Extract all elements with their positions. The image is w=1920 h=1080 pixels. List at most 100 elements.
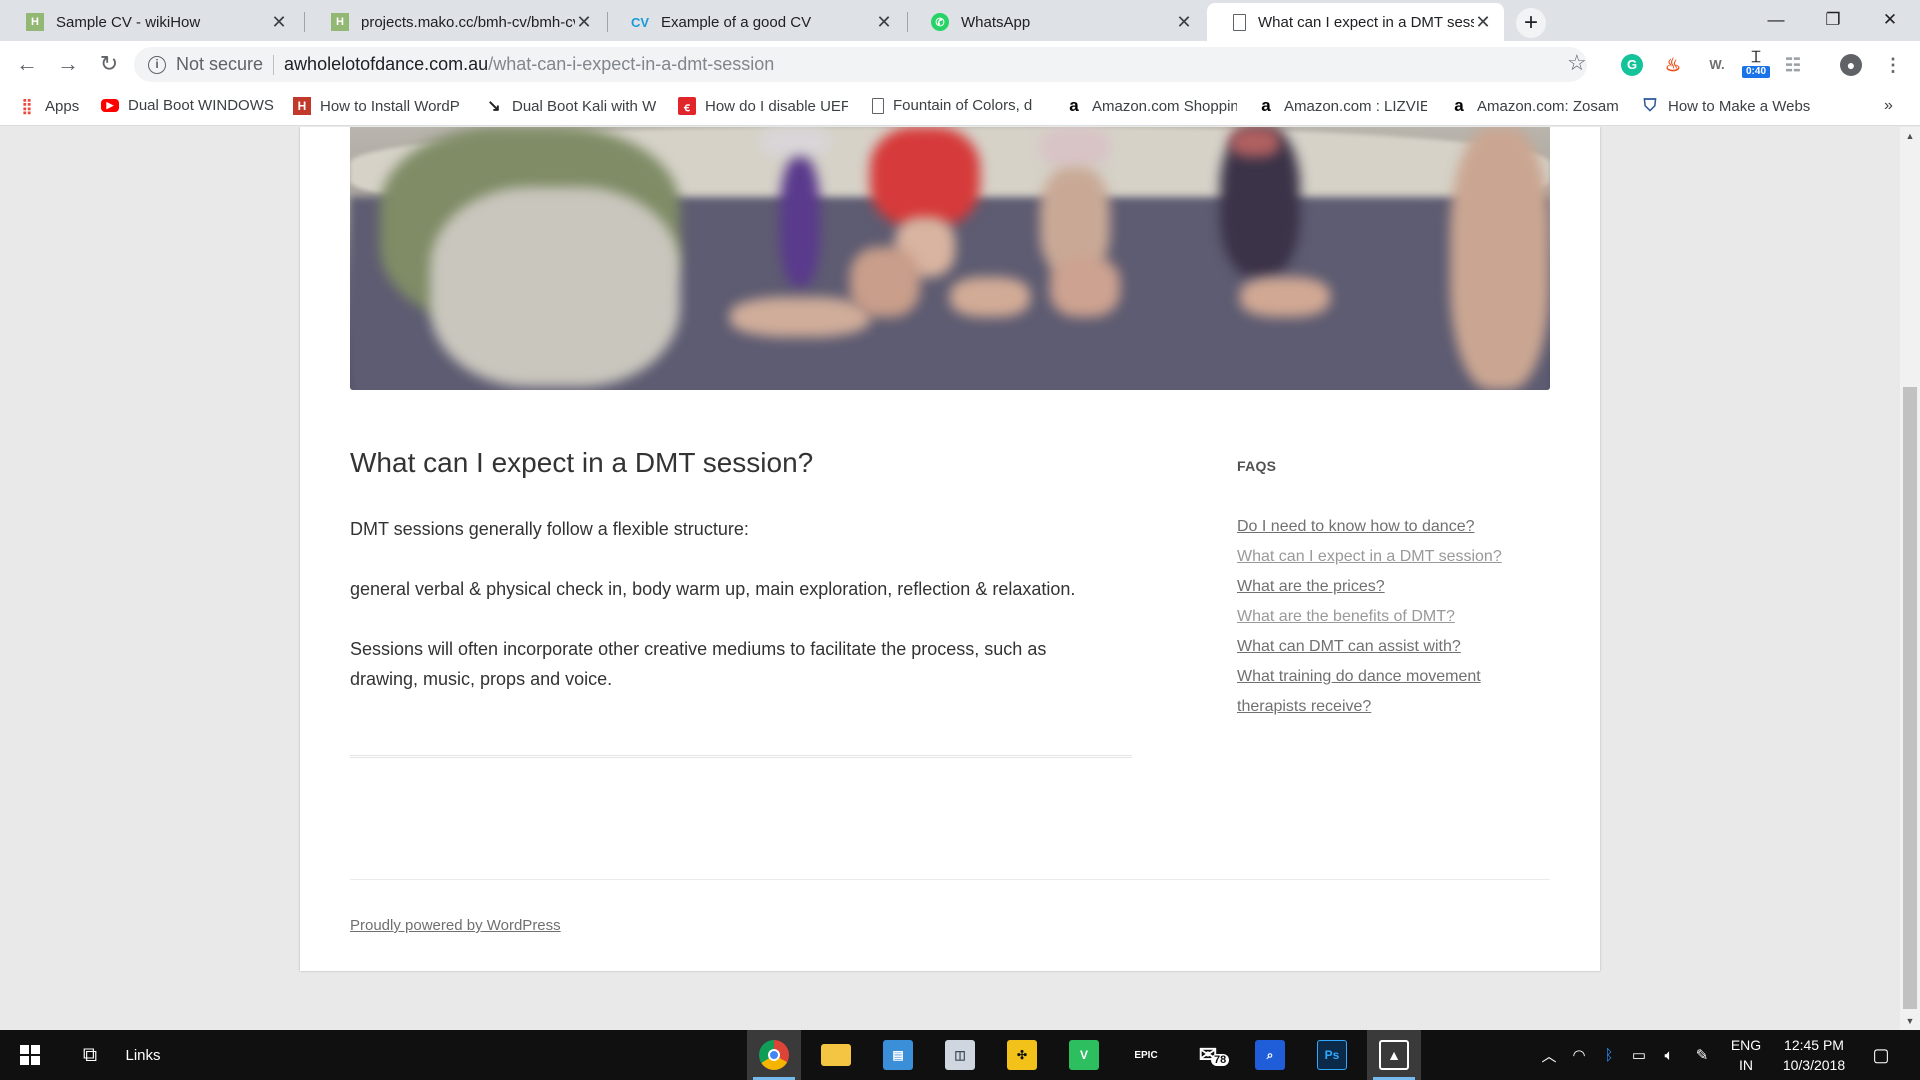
- close-tab-icon[interactable]: ✕: [270, 12, 288, 33]
- puzzle-app-icon[interactable]: ✣: [995, 1030, 1049, 1080]
- search-app-icon[interactable]: ⌕: [1243, 1030, 1297, 1080]
- bookmark-dual-boot-windows[interactable]: ▶ Dual Boot WINDOWS: [101, 97, 276, 114]
- page-icon: [872, 97, 884, 114]
- close-tab-icon[interactable]: ✕: [1474, 12, 1492, 33]
- grammarly-icon[interactable]: G: [1621, 54, 1643, 76]
- powered-by-link[interactable]: Proudly powered by WordPress: [350, 917, 561, 934]
- amazon-icon: a: [1261, 97, 1271, 115]
- epic-games-icon[interactable]: EPIC: [1119, 1030, 1173, 1080]
- bookmarks-overflow-button[interactable]: »: [1884, 97, 1904, 115]
- wordtune-icon[interactable]: W.: [1702, 54, 1732, 76]
- faq-list: Do I need to know how to dance? What can…: [1237, 512, 1527, 722]
- evernote-like-icon[interactable]: V: [1057, 1030, 1111, 1080]
- shield-icon: ⛉: [1643, 97, 1657, 115]
- page-title: What can I expect in a DMT session?: [350, 447, 814, 478]
- region-code: IN: [1739, 1057, 1753, 1073]
- page-scrollbar[interactable]: ▲ ▼: [1900, 127, 1920, 1030]
- tab-projects-mako[interactable]: H projects.mako.cc/bmh-cv/bmh-cv ✕: [305, 3, 605, 41]
- bookmark-amazon-shopping[interactable]: a Amazon.com Shoppin: [1065, 97, 1237, 115]
- address-bar[interactable]: i Not secure awholelotofdance.com.au /wh…: [134, 47, 1587, 82]
- language-indicator[interactable]: ENG IN: [1726, 1035, 1766, 1075]
- photos-icon[interactable]: ▲: [1367, 1030, 1421, 1080]
- bookmark-install-wordpress[interactable]: H How to Install WordP: [293, 97, 463, 115]
- outlook-card-icon[interactable]: ▤: [871, 1030, 925, 1080]
- faq-link-need-to-dance[interactable]: Do I need to know how to dance?: [1237, 518, 1475, 535]
- bookmark-label: Amazon.com : LIZVIE: [1284, 97, 1427, 115]
- faq-link-prices[interactable]: What are the prices?: [1237, 578, 1385, 595]
- windows-logo-icon: [20, 1045, 40, 1065]
- scroll-down-arrow-icon[interactable]: ▼: [1900, 1012, 1920, 1030]
- restore-button[interactable]: ❐: [1807, 4, 1859, 36]
- tab-sample-cv[interactable]: H Sample CV - wikiHow ✕: [0, 3, 300, 41]
- bookmark-amazon-lizvie[interactable]: a Amazon.com : LIZVIE: [1257, 97, 1427, 115]
- clock-date: 10/3/2018: [1782, 1057, 1846, 1073]
- close-tab-icon[interactable]: ✕: [875, 12, 893, 33]
- close-tab-icon[interactable]: ✕: [575, 12, 593, 33]
- wifi-icon[interactable]: ◠: [1565, 1030, 1593, 1080]
- bookmark-star-icon[interactable]: ☆: [1567, 50, 1587, 76]
- bookmark-disable-uefi[interactable]: ꞓ How do I disable UEF: [678, 97, 848, 115]
- close-window-button[interactable]: ✕: [1864, 4, 1916, 36]
- notifications-icon[interactable]: ▢: [1866, 1030, 1896, 1080]
- faq-link-assist-with[interactable]: What can DMT can assist with?: [1237, 638, 1461, 655]
- chrome-icon[interactable]: [747, 1030, 801, 1080]
- back-button[interactable]: ←: [12, 49, 42, 79]
- bookmark-amazon-zosam[interactable]: a Amazon.com: Zosam: [1450, 97, 1620, 115]
- entry-separator: [350, 755, 1132, 758]
- file-explorer-icon[interactable]: [809, 1030, 863, 1080]
- faq-link-benefits[interactable]: What are the benefits of DMT?: [1237, 608, 1455, 625]
- browser-toolbar: ← → ↻ i Not secure awholelotofdance.com.…: [0, 41, 1920, 88]
- timer-extension-icon[interactable]: ⌶ 0:40: [1742, 50, 1770, 78]
- landscape-icon: ▲: [1379, 1040, 1409, 1070]
- faq-link-dmt-session[interactable]: What can I expect in a DMT session?: [1237, 548, 1502, 565]
- photoshop-icon[interactable]: Ps: [1305, 1030, 1359, 1080]
- clock-time: 12:45 PM: [1784, 1037, 1844, 1053]
- volume-icon[interactable]: 🔈︎: [1655, 1030, 1683, 1080]
- magnifier-icon: ⌕: [1255, 1040, 1285, 1070]
- page-card: What can I expect in a DMT session? DMT …: [300, 127, 1600, 971]
- bookmarks-bar: ⣿ Apps ▶ Dual Boot WINDOWS H How to Inst…: [0, 88, 1920, 126]
- translate-extension-icon[interactable]: ☷: [1782, 54, 1804, 76]
- flame-extension-icon[interactable]: ♨: [1662, 54, 1684, 76]
- minimize-button[interactable]: —: [1750, 4, 1802, 36]
- start-button[interactable]: [0, 1030, 60, 1080]
- menu-icon[interactable]: ⋮: [1882, 54, 1904, 76]
- forward-button[interactable]: →: [53, 49, 83, 79]
- mail-icon[interactable]: ✉ 78: [1181, 1030, 1235, 1080]
- bookmark-fountain-of-colors[interactable]: Fountain of Colors, d: [872, 97, 1044, 114]
- profile-icon[interactable]: ●: [1840, 54, 1862, 76]
- battery-icon[interactable]: ▭: [1625, 1030, 1653, 1080]
- info-icon[interactable]: i: [148, 55, 166, 74]
- bookmark-make-website[interactable]: ⛉ How to Make a Webs: [1641, 97, 1813, 115]
- green-app-icon: V: [1069, 1040, 1099, 1070]
- disk-icon: ◫: [945, 1040, 975, 1070]
- faq-link-training[interactable]: What training do dance movement therapis…: [1237, 668, 1481, 715]
- close-tab-icon[interactable]: ✕: [1175, 12, 1193, 33]
- tab-example-cv[interactable]: CV Example of a good CV ✕: [605, 3, 905, 41]
- system-clock[interactable]: 12:45 PM 10/3/2018: [1774, 1035, 1854, 1075]
- epic-logo-icon: EPIC: [1131, 1040, 1161, 1070]
- tab-dmt-session[interactable]: What can I expect in a DMT session? ✕: [1207, 3, 1504, 41]
- bookmark-dual-boot-kali[interactable]: ↘ Dual Boot Kali with W: [485, 97, 658, 116]
- tab-whatsapp[interactable]: ✆ WhatsApp ✕: [905, 3, 1205, 41]
- bookmark-label: Amazon.com Shoppin: [1092, 97, 1237, 115]
- whatsapp-icon: ✆: [931, 13, 949, 31]
- show-hidden-icons-icon[interactable]: ︿: [1535, 1030, 1563, 1080]
- chrome-logo-icon: [759, 1040, 789, 1070]
- bookmark-label: How do I disable UEF: [705, 97, 848, 115]
- structure-paragraph: general verbal & physical check in, body…: [350, 579, 1076, 599]
- youtube-icon: ▶: [101, 99, 119, 112]
- reload-button[interactable]: ↻: [94, 49, 124, 79]
- url-domain: awholelotofdance.com.au: [284, 54, 489, 74]
- list-item: What are the prices?: [1237, 572, 1527, 602]
- links-toolbar[interactable]: Links: [118, 1030, 168, 1080]
- bookmark-apps[interactable]: ⣿ Apps: [18, 97, 98, 116]
- task-view-icon[interactable]: ⧉: [70, 1030, 110, 1080]
- bookmark-label: Fountain of Colors, d: [893, 97, 1033, 114]
- pen-icon[interactable]: ✎: [1688, 1030, 1716, 1080]
- bluetooth-icon[interactable]: ᛒ: [1595, 1030, 1623, 1080]
- scroll-thumb[interactable]: [1903, 387, 1917, 1009]
- drive-icon[interactable]: ◫: [933, 1030, 987, 1080]
- scroll-up-arrow-icon[interactable]: ▲: [1900, 127, 1920, 145]
- new-tab-button[interactable]: +: [1516, 8, 1546, 38]
